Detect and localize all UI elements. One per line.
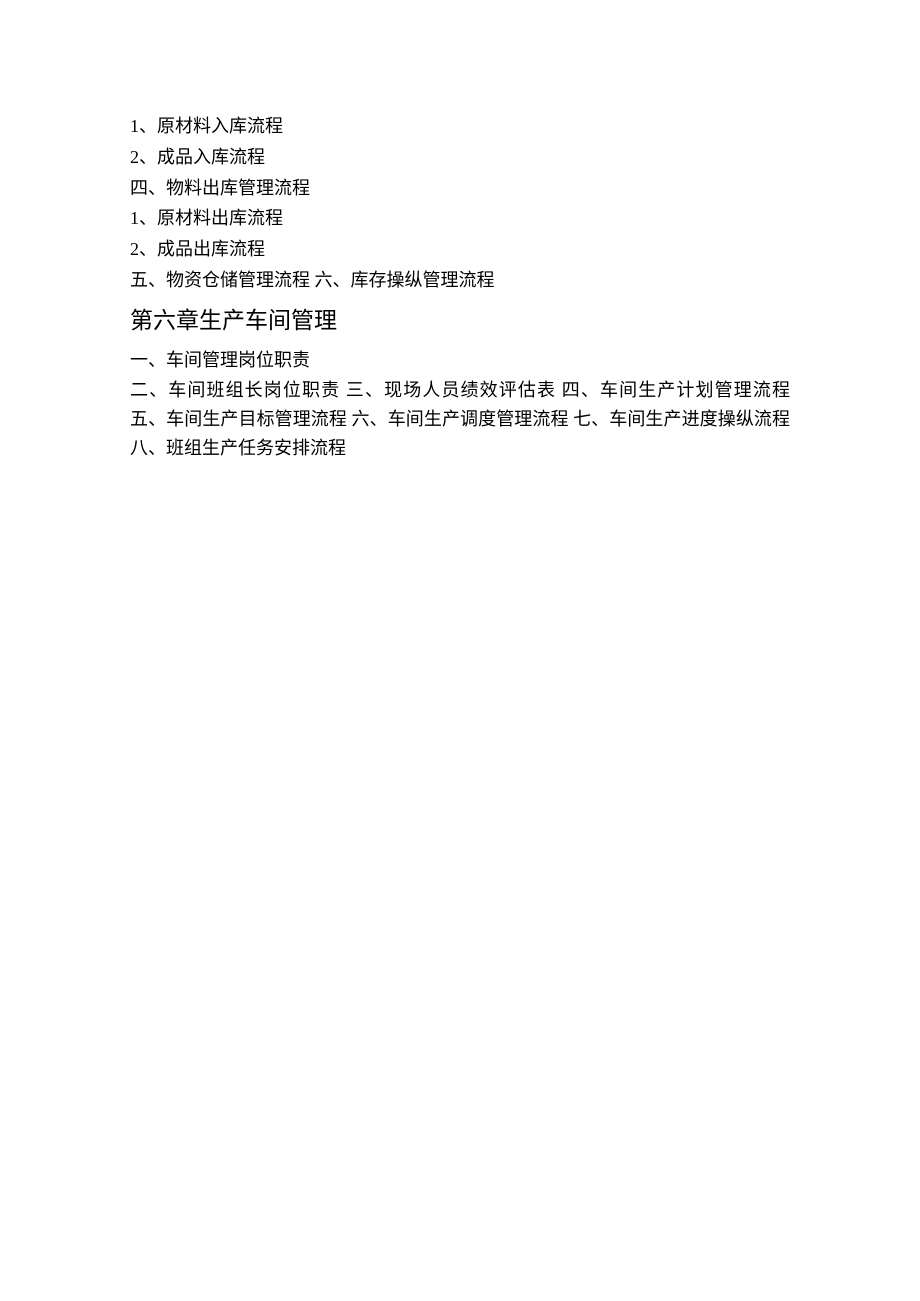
text-line: 四、物料出库管理流程	[130, 174, 790, 203]
text-line: 1、原材料入库流程	[130, 112, 790, 141]
text-line: 1、原材料出库流程	[130, 204, 790, 233]
document-content: 1、原材料入库流程 2、成品入库流程 四、物料出库管理流程 1、原材料出库流程 …	[130, 112, 790, 463]
text-line: 2、成品出库流程	[130, 235, 790, 264]
chapter-heading: 第六章生产车间管理	[130, 303, 790, 340]
text-line: 五、物资仓储管理流程 六、库存操纵管理流程	[130, 266, 790, 295]
text-paragraph: 二、车间班组长岗位职责 三、现场人员绩效评估表 四、车间生产计划管理流程 五、车…	[130, 376, 790, 462]
text-line: 一、车间管理岗位职责	[130, 346, 790, 375]
text-line: 2、成品入库流程	[130, 143, 790, 172]
